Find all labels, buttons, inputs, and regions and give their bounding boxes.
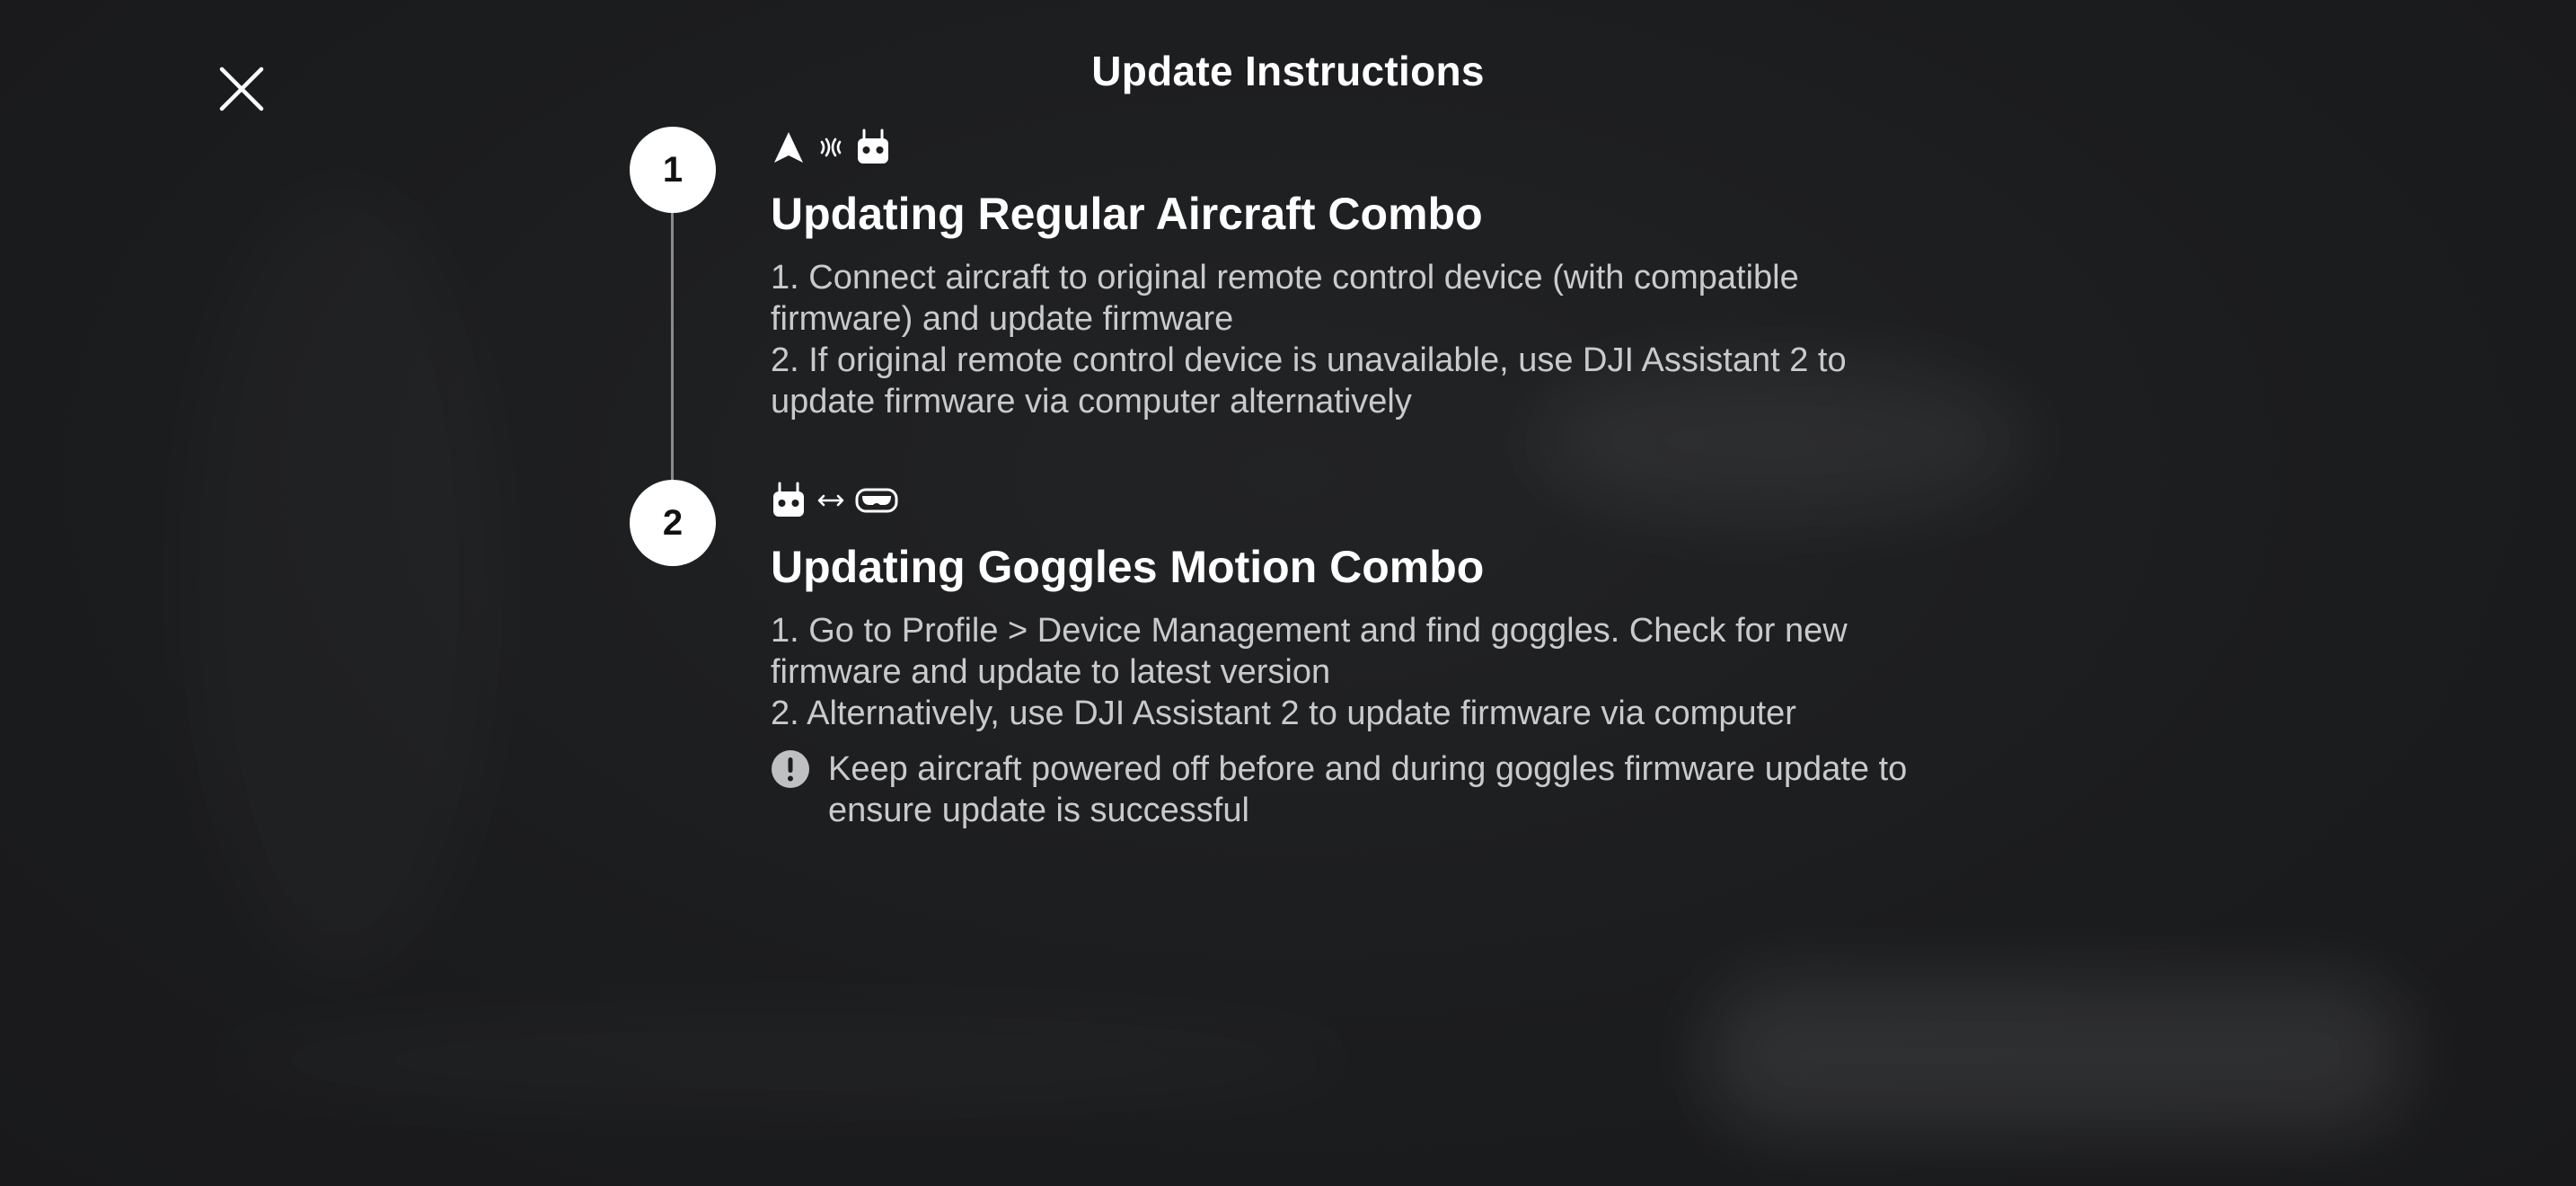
step-icons <box>771 481 1938 520</box>
step-icons <box>771 128 1938 167</box>
step-2-section: Updating Goggles Motion Combo 1. Go to P… <box>771 481 1938 831</box>
warning-icon <box>772 750 809 788</box>
background-blur <box>1707 979 2407 1132</box>
background-blur <box>198 1006 1365 1114</box>
step-instructions: 1. Connect aircraft to original remote c… <box>771 257 1938 422</box>
goggles-icon <box>855 488 898 513</box>
timeline-connector <box>671 207 674 485</box>
link-arrows-icon <box>817 494 844 507</box>
instruction-line: 2. If original remote control device is … <box>771 341 1847 420</box>
update-instructions-screen: Update Instructions 1 2 Updating Regular… <box>0 0 2576 1186</box>
page-title: Update Instructions <box>1091 48 1485 94</box>
instruction-line: 1. Connect aircraft to original remote c… <box>771 259 1799 338</box>
instruction-line: 2. Alternatively, use DJI Assistant 2 to… <box>771 695 1796 732</box>
warning-text: Keep aircraft powered off before and dur… <box>828 750 1908 829</box>
step-heading: Updating Regular Aircraft Combo <box>771 189 1483 239</box>
warning-note: Keep aircraft powered off before and dur… <box>771 748 1938 831</box>
instruction-line: 1. Go to Profile > Device Management and… <box>771 612 1848 691</box>
remote-controller-icon <box>773 482 804 517</box>
step-instructions: 1. Go to Profile > Device Management and… <box>771 610 1938 734</box>
signal-icon <box>820 137 842 157</box>
aircraft-icon <box>774 132 803 163</box>
step-number-badge: 1 <box>630 127 716 213</box>
step-heading: Updating Goggles Motion Combo <box>771 542 1485 592</box>
step-number-badge: 2 <box>630 480 716 566</box>
step-1-section: Updating Regular Aircraft Combo 1. Conne… <box>771 128 1938 422</box>
remote-controller-icon <box>858 128 888 164</box>
background-blur <box>180 180 503 988</box>
